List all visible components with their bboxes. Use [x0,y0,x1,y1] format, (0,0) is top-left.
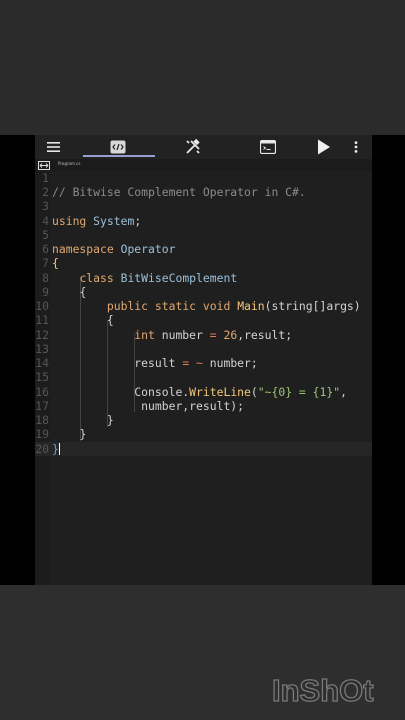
line-number: 13 [35,342,49,356]
line-number: 10 [35,299,49,313]
letterbox-right [372,135,405,585]
brace: { [52,256,59,270]
menu-icon[interactable] [45,137,61,157]
operator: = [182,356,190,370]
code-line: 19 } [35,427,372,441]
file-tab-bar: Program.cs [35,159,372,171]
line-number: 16 [35,385,49,399]
code-line: 11 { [35,313,372,327]
line-number: 4 [42,214,49,228]
semicolon: ; [134,214,142,228]
string-literal: "~{0} = {1}" [257,385,341,399]
tools-icon[interactable] [183,137,203,157]
namespace-name: Operator [120,242,176,256]
keyword-class: class [79,271,114,285]
code-line: 5 [35,228,372,242]
toolbar [35,135,372,159]
line-number: 5 [42,228,49,242]
line-number: 15 [35,370,49,384]
code-line: 9 { [35,285,372,299]
operator-tilde: ~ [196,356,203,370]
line-number: 11 [35,313,49,327]
code-line: 10 public static void Main(string[]args) [35,299,372,313]
method-main: Main [237,299,265,313]
line-number: 18 [35,413,49,427]
line-number: 8 [42,271,49,285]
line-number: 17 [35,399,49,413]
identifier: result [134,356,176,370]
code-line: 18 } [35,413,372,427]
svg-text:InShOt: InShOt [272,673,374,708]
line-number: 19 [35,427,49,441]
console-icon[interactable] [259,137,277,157]
method-writeline: WriteLine [189,385,251,399]
video-frame-top [0,0,405,135]
keyword-public: public [106,299,149,313]
code-editor-app: Program.cs 1 2// Bitwise Complement Oper… [35,135,372,585]
code-line: 4 using System; [35,214,372,228]
file-tab-label[interactable]: Program.cs [58,161,80,166]
line-number: 20 [35,442,49,456]
keyword-namespace: namespace [52,242,114,256]
class-name: BitWiseComplement [120,271,238,285]
number-literal: 26 [223,328,238,342]
identifier: number; [209,356,258,370]
method-params: (string[]args) [264,299,361,313]
line-number: 1 [42,171,49,185]
identifier: ,result; [237,328,293,342]
more-icon[interactable] [350,137,362,157]
namespace-system: System [93,214,135,228]
inshot-watermark: InShOt [272,672,374,708]
brace: { [106,313,114,327]
operator: = [209,328,217,342]
text-cursor [59,443,60,455]
line-number: 12 [35,328,49,342]
code-line: 6 namespace Operator [35,242,372,256]
code-line: 16 Console.WriteLine("~{0} = {1}", [35,385,372,399]
code-line: 14 result = ~ number; [35,356,372,370]
expand-icon[interactable] [38,161,50,170]
keyword-int: int [134,328,155,342]
keyword-void: void [202,299,231,313]
code-line: 8 class BitWiseComplement [35,271,372,285]
identifier: Console. [134,385,190,399]
line-number: 14 [35,356,49,370]
brace: { [79,285,87,299]
identifier: number,result); [141,399,245,413]
brace: } [79,427,87,441]
active-tab-indicator [83,155,155,157]
code-line: 12 int number = 26,result; [35,328,372,342]
line-number: 7 [42,256,49,270]
letterbox-left [0,135,35,585]
keyword-static: static [154,299,197,313]
code-line: 2// Bitwise Complement Operator in C#. [35,185,372,199]
code-line: 1 [35,171,372,185]
code-tab-icon[interactable] [109,137,127,157]
line-number: 9 [42,285,49,299]
comment: // Bitwise Complement Operator in C#. [52,185,306,199]
keyword-using: using [52,214,87,228]
code-line: 3 [35,199,372,213]
comma: , [340,385,347,399]
brace: } [52,442,59,456]
code-line: 15 [35,370,372,384]
line-number: 2 [42,185,49,199]
line-number: 6 [42,242,49,256]
code-line: 13 [35,342,372,356]
code-line: 17 number,result); [35,399,372,413]
code-line-current: 20} [35,442,372,456]
code-editor[interactable]: 1 2// Bitwise Complement Operator in C#.… [35,171,372,585]
paren: ( [250,385,258,399]
identifier: number [161,328,203,342]
code-line: 7{ [35,256,372,270]
brace: } [106,413,114,427]
line-number: 3 [42,199,49,213]
run-icon[interactable] [315,137,333,157]
